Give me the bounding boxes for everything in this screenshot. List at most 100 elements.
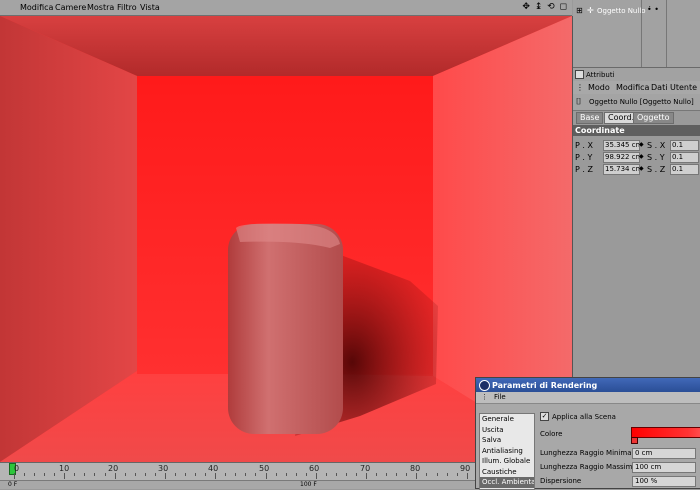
tick-mark [185,473,187,476]
tick-label: 20 [108,464,119,473]
menu-vista[interactable]: Vista [140,3,160,12]
s-y-input[interactable]: 0.1 [670,152,699,163]
list-item[interactable]: Uscita [480,425,534,436]
tick-label: 60 [309,464,320,473]
p-x-input[interactable]: 35.345 cm [603,140,640,151]
attributes-object-title: ⌷ Oggetto Nullo [Oggetto Nullo] [573,94,700,111]
null-object-icon: ✛ [587,6,594,15]
dialog-titlebar[interactable]: Parametri di Rendering [476,378,700,392]
tick-mark [295,473,297,476]
menu-modo[interactable]: Modo [588,83,610,92]
menu-filtro[interactable]: Filtro [117,3,137,12]
tick-mark [195,473,197,476]
tick-label: 10 [59,464,70,473]
tick-mark [114,473,116,479]
p-x-label: P . X [575,141,593,150]
settings-category-list[interactable]: Generale Uscita Salva Antialiasing Illum… [479,413,535,490]
tick-mark [54,473,56,476]
grip-icon: ⋮ [481,393,488,401]
attributes-header: Attributi [573,68,700,82]
tick-mark [245,473,247,476]
tick-mark [456,473,458,476]
color-gradient-bar[interactable] [631,427,700,438]
visibility-dots-icon[interactable]: •̇ • [647,5,659,14]
render-settings-dialog: Parametri di Rendering ⋮ File Generale U… [475,377,700,490]
s-z-input[interactable]: 0.1 [670,164,699,175]
tick-label: 70 [360,464,371,473]
tick-mark [345,473,347,476]
dialog-menubar: ⋮ File [476,392,700,404]
tick-mark [426,473,428,476]
list-item-selected[interactable]: Occl. Ambientale [480,477,534,488]
tick-label: 90 [460,464,471,473]
list-item[interactable]: Antialiasing [480,446,534,457]
tab-oggetto[interactable]: Oggetto [633,112,674,124]
tick-mark [84,473,86,476]
tick-mark [154,473,156,476]
object-row[interactable]: ⊞ ✛ Oggetto Nullo •̇ • [573,5,700,18]
tick-mark [335,473,337,476]
menu-mostra[interactable]: Mostra [87,3,114,12]
apply-checkbox[interactable]: ✓ [540,412,549,421]
expand-icon[interactable]: ⊞ [576,6,583,15]
menu-modifica-attr[interactable]: Modifica [616,83,649,92]
tick-mark [44,473,46,476]
s-z-label: S . Z [647,165,666,174]
tick-mark [24,473,26,476]
tick-mark [466,473,468,479]
tab-base[interactable]: Base [576,112,604,124]
min-length-input[interactable]: 0 cm [632,448,696,459]
null-object-icon: ⌷ [576,97,582,107]
s-x-input[interactable]: 0.1 [670,140,699,151]
menu-file[interactable]: File [494,393,506,401]
apply-label: Applica alla Scena [552,413,616,421]
coord-row: P . Z 15.734 cm ◆ S . Z 0.1 [573,163,700,176]
p-z-label: P . Z [575,165,593,174]
max-length-input[interactable]: 100 cm [632,462,696,473]
tick-mark [325,473,327,476]
spinner-icon[interactable]: ◆ [639,141,644,148]
tick-mark [275,473,277,476]
coordinate-fields: P . X 35.345 cm ◆ S . X 0.1 P . Y 98.922… [573,136,700,176]
dispersion-label: Dispersione [540,477,582,485]
tick-mark [366,473,368,479]
tick-label: 30 [158,464,169,473]
timeline[interactable]: 0 10 20 30 40 50 60 70 80 90 0 F 100 F [0,462,478,489]
list-item[interactable]: Caustiche [480,467,534,478]
tick-mark [94,473,96,476]
tick-mark [416,473,418,479]
spinner-icon[interactable]: ◆ [639,153,644,160]
p-y-input[interactable]: 98.922 cm [603,152,640,163]
tick-mark [174,473,176,476]
tick-mark [225,473,227,476]
list-item[interactable]: Illum. Globale [480,456,534,467]
column-divider [666,0,667,67]
tick-mark [144,473,146,476]
p-z-input[interactable]: 15.734 cm [603,164,640,175]
viewport-navigation-icons[interactable]: ✥ ↨ ⟲ ◻ [522,2,568,12]
attributes-checkbox[interactable] [575,70,584,79]
spinner-icon[interactable]: ◆ [639,165,644,172]
tick-mark [215,473,217,479]
tick-mark [74,473,76,476]
tick-mark [315,473,317,479]
menu-dati-utente[interactable]: Dati Utente [651,83,697,92]
menu-modifica[interactable]: Modifica [20,3,53,12]
tick-mark [376,473,378,476]
tick-mark [134,473,136,476]
tick-mark [205,473,207,476]
attributes-menu: ⋮ Modo Modifica Dati Utente [573,81,700,95]
grip-icon: ⋮ [576,83,584,92]
tick-label: 0 [14,464,20,473]
list-item[interactable]: Salva [480,435,534,446]
tick-label: 50 [259,464,270,473]
menu-camere[interactable]: Camere [55,3,86,12]
tick-mark [124,473,126,476]
list-item[interactable]: Generale [480,414,534,425]
tick-mark [164,473,166,479]
object-name[interactable]: Oggetto Nullo [597,7,646,15]
gradient-knot-icon[interactable] [631,437,638,444]
object-title-text: Oggetto Nullo [Oggetto Nullo] [589,98,694,106]
tick-mark [34,473,36,476]
dispersion-input[interactable]: 100 % [632,476,696,487]
